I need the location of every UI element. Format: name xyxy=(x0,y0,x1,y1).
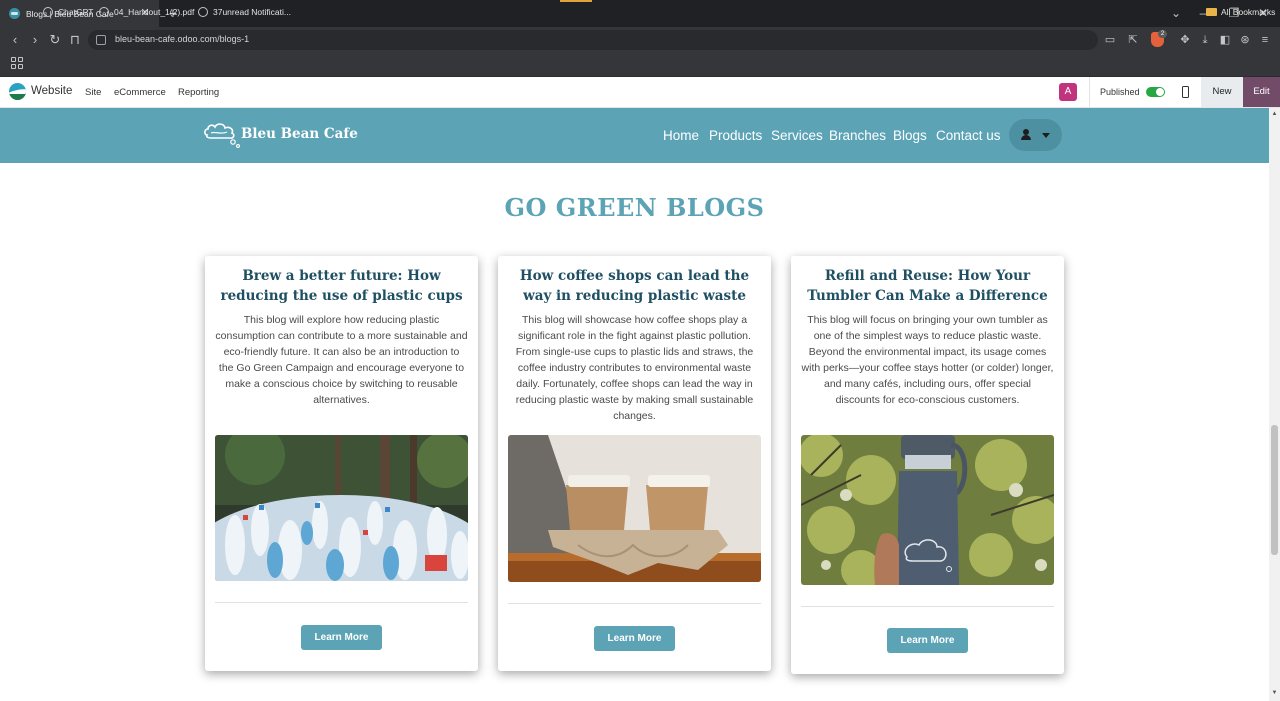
menu-ecommerce[interactable]: eCommerce xyxy=(114,87,166,98)
blog-card: Refill and Reuse: How Your Tumbler Can M… xyxy=(791,256,1064,674)
site-info-icon[interactable] xyxy=(96,35,106,45)
card-text: This blog will explore how reducing plas… xyxy=(215,314,468,406)
tumbler-image xyxy=(801,435,1054,585)
website-app-icon[interactable] xyxy=(9,83,26,100)
sidebar-icon[interactable]: ◧ xyxy=(1218,32,1232,48)
folder-icon xyxy=(1206,8,1217,16)
menu-reporting[interactable]: Reporting xyxy=(178,87,219,98)
globe-icon xyxy=(198,7,208,17)
card-title: How coffee shops can lead the way in red… xyxy=(519,268,750,304)
share-icon[interactable]: ⇱ xyxy=(1126,32,1140,48)
downloads-icon[interactable]: ⤓ xyxy=(1198,32,1212,48)
address-toolbar: ‹ › ↻ ⊓ bleu-bean-cafe.odoo.com/blogs-1 xyxy=(0,27,1280,53)
scrollbar-thumb[interactable] xyxy=(1271,425,1278,555)
cast-icon[interactable]: ▭ xyxy=(1103,32,1117,48)
all-bookmarks-label: All Bookmarks xyxy=(1221,7,1276,17)
bookmark-label: ChatGPT xyxy=(58,7,94,17)
nav-services[interactable]: Services xyxy=(771,128,823,143)
learn-more-button[interactable]: Learn More xyxy=(301,625,382,650)
published-label: Published xyxy=(1100,87,1140,97)
bookmark-handout-pdf[interactable]: 04_Handout_1(2).pdf xyxy=(99,5,194,19)
app-title[interactable]: Website xyxy=(31,85,72,97)
bookmark-label: 37unread Notificati... xyxy=(213,7,291,17)
edit-button[interactable]: Edit xyxy=(1243,77,1280,107)
caret-down-icon xyxy=(1042,133,1050,138)
extensions-icon[interactable]: ✥ xyxy=(1178,32,1192,48)
card-divider xyxy=(508,603,761,604)
tab-search-chevron-icon[interactable]: ⌄ xyxy=(1169,5,1183,21)
nav-home[interactable]: Home xyxy=(663,128,699,143)
nav-blogs[interactable]: Blogs xyxy=(893,128,927,143)
bookmark-chatgpt[interactable]: ChatGPT xyxy=(43,5,93,19)
card-title: Brew a better future: How reducing the u… xyxy=(220,268,463,304)
divider xyxy=(1089,77,1090,107)
bookmark-notifications[interactable]: 37unread Notificati... xyxy=(198,5,291,19)
card-title: Refill and Reuse: How Your Tumbler Can M… xyxy=(807,268,1048,304)
address-bar[interactable]: bleu-bean-cafe.odoo.com/blogs-1 xyxy=(88,30,1098,50)
menu-icon[interactable]: ≡ xyxy=(1258,32,1272,48)
nav-products[interactable]: Products xyxy=(709,128,762,143)
forward-icon[interactable]: › xyxy=(27,32,43,48)
brand-name[interactable]: Bleu Bean Cafe xyxy=(241,126,358,142)
user-avatar[interactable]: A xyxy=(1059,83,1077,101)
scroll-down-icon[interactable]: ▼ xyxy=(1271,690,1278,696)
menu-site[interactable]: Site xyxy=(85,87,101,98)
shields-count-badge: 2 xyxy=(1158,30,1167,38)
mobile-preview-icon[interactable] xyxy=(1182,86,1189,98)
globe-icon xyxy=(99,7,109,17)
site-header: Bleu Bean Cafe Home Products Services Br… xyxy=(0,108,1269,163)
card-divider xyxy=(801,606,1054,607)
page-title: GO GREEN BLOGS xyxy=(504,193,765,222)
coffee-cups-image xyxy=(508,435,761,582)
back-icon[interactable]: ‹ xyxy=(7,32,23,48)
odoo-website-bar: Website Site eCommerce Reporting A Publi… xyxy=(0,77,1280,108)
nav-branches[interactable]: Branches xyxy=(829,128,886,143)
new-button[interactable]: New xyxy=(1201,77,1243,107)
bookmark-label: 04_Handout_1(2).pdf xyxy=(114,7,195,17)
card-text: This blog will showcase how coffee shops… xyxy=(515,314,754,422)
user-icon xyxy=(1021,129,1031,140)
nav-contact-us[interactable]: Contact us xyxy=(936,128,1001,143)
blog-card: How coffee shops can lead the way in red… xyxy=(498,256,771,671)
vpn-icon[interactable]: ⊛ xyxy=(1238,32,1252,48)
card-text: This blog will focus on bringing your ow… xyxy=(801,314,1054,406)
site-favicon-icon xyxy=(9,8,20,19)
card-divider xyxy=(215,602,468,603)
apps-grid-icon[interactable] xyxy=(11,57,23,69)
bookmarks-bar xyxy=(0,53,1280,77)
plastic-bottles-image xyxy=(215,435,468,581)
window-indicator xyxy=(560,0,592,2)
url-text: bleu-bean-cafe.odoo.com/blogs-1 xyxy=(115,34,250,44)
reload-icon[interactable]: ↻ xyxy=(47,32,63,48)
page-scrollbar[interactable] xyxy=(1269,108,1280,701)
scroll-up-icon[interactable]: ▲ xyxy=(1271,111,1278,117)
published-toggle[interactable] xyxy=(1146,87,1165,97)
bookmark-icon[interactable]: ⊓ xyxy=(67,32,83,48)
blog-card: Brew a better future: How reducing the u… xyxy=(205,256,478,671)
all-bookmarks[interactable]: All Bookmarks xyxy=(1206,5,1275,19)
cloud-logo-icon[interactable] xyxy=(203,120,241,148)
globe-icon xyxy=(43,7,53,17)
user-menu-button[interactable] xyxy=(1009,119,1062,151)
learn-more-button[interactable]: Learn More xyxy=(594,626,675,651)
learn-more-button[interactable]: Learn More xyxy=(887,628,968,653)
